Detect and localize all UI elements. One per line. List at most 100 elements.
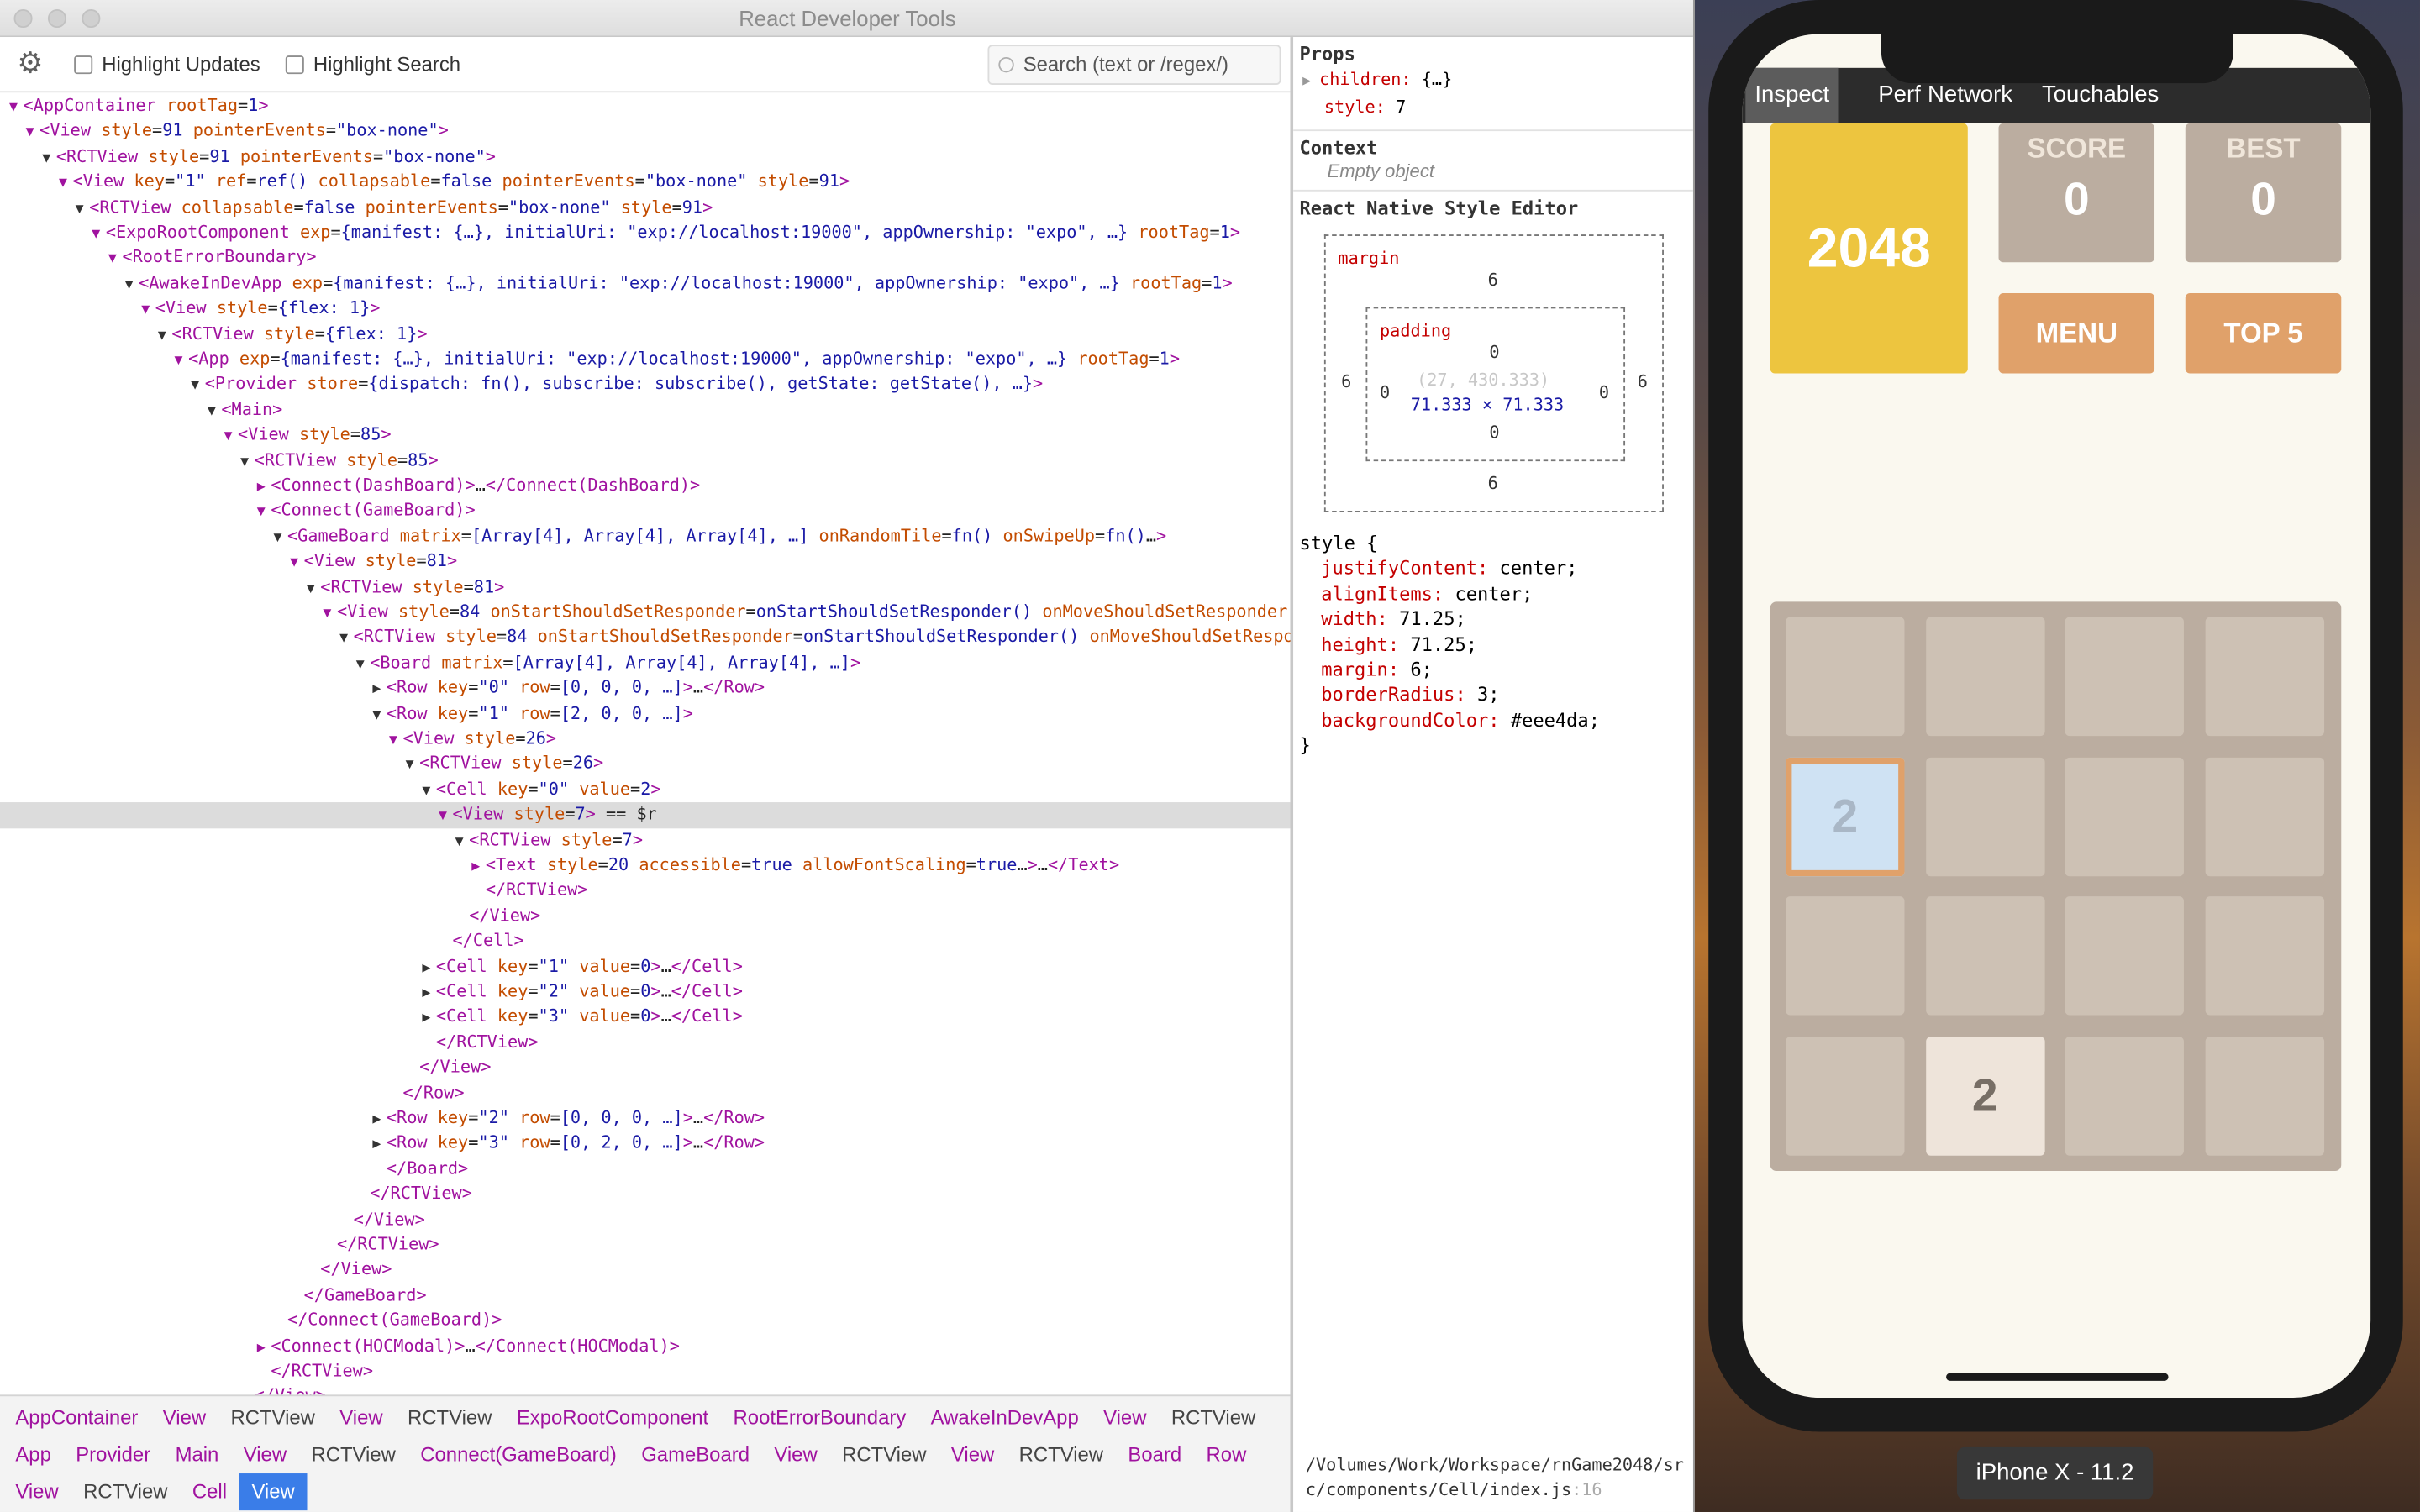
tree-row[interactable]: ▼ <Main> (0, 397, 1290, 423)
minimize-window-button[interactable] (47, 9, 66, 29)
collapse-arrow-icon[interactable]: ▼ (339, 627, 354, 652)
style-prop-value[interactable]: center; (1500, 558, 1578, 580)
breadcrumb-item[interactable]: View (939, 1436, 1007, 1473)
breadcrumb-item[interactable]: RootErrorBoundary (721, 1399, 918, 1436)
style-prop[interactable]: backgroundColor: #eee4da; (1300, 708, 1600, 733)
padding-right-value[interactable]: 0 (1599, 383, 1609, 403)
tree-row[interactable]: ▼ <RCTView style=91 pointerEvents="box-no… (0, 144, 1290, 170)
tree-row[interactable]: </View> (0, 904, 1290, 929)
phone-screen[interactable]: Inspect Perf Network Touchables 2048 SCORE … (1742, 34, 2371, 1399)
tree-row[interactable]: ▼ <RCTView style=84 onStartShouldSetRespo… (0, 626, 1290, 651)
style-prop-value[interactable]: 71.25; (1410, 633, 1477, 655)
collapse-arrow-icon[interactable]: ▼ (439, 804, 453, 829)
breadcrumb-item[interactable]: ExpoRootComponent (504, 1399, 721, 1436)
style-prop-value[interactable]: #eee4da; (1511, 710, 1600, 732)
tree-row[interactable]: ▼ <AwakeInDevApp exp={manifest: {…}, init… (0, 271, 1290, 297)
padding-top-value[interactable]: 0 (1489, 343, 1499, 363)
tree-row[interactable]: </Row> (0, 1081, 1290, 1106)
padding-bottom-value[interactable]: 0 (1489, 423, 1499, 443)
tree-row[interactable]: </RCTView> (0, 1031, 1290, 1056)
breadcrumb-item[interactable]: View (1091, 1399, 1159, 1436)
tree-row[interactable]: </RCTView> (0, 1233, 1290, 1258)
component-tree[interactable]: ▼ <AppContainer rootTag=1> ▼ <View style=91… (0, 92, 1291, 1394)
tree-row[interactable]: ▼ <RCTView collapsable=false pointerEvent… (0, 196, 1290, 221)
collapse-arrow-icon[interactable]: ▼ (158, 323, 172, 349)
style-prop[interactable]: margin: 6; (1300, 657, 1600, 682)
menu-button[interactable]: MENU (1998, 292, 2155, 374)
breadcrumb-item[interactable]: View (150, 1399, 218, 1436)
breadcrumb-item[interactable]: Cell (180, 1473, 239, 1510)
collapse-arrow-icon[interactable]: ▼ (307, 576, 321, 601)
top5-button[interactable]: TOP 5 (2185, 292, 2342, 374)
collapse-arrow-icon[interactable]: ▼ (455, 829, 470, 854)
expand-arrow-icon[interactable]: ▶ (372, 1108, 387, 1133)
expand-arrow-icon[interactable]: ▶ (1302, 74, 1319, 89)
highlight-updates-checkbox[interactable]: Highlight Updates (74, 52, 260, 76)
breadcrumb-item[interactable]: App (3, 1436, 64, 1473)
tree-row[interactable]: ▼ <Provider store={dispatch: fn(), subscr… (0, 372, 1290, 397)
collapse-arrow-icon[interactable]: ▼ (76, 197, 90, 222)
collapse-arrow-icon[interactable]: ▼ (422, 779, 436, 804)
collapse-arrow-icon[interactable]: ▼ (240, 450, 255, 475)
tree-row[interactable]: ▼ <View style=91 pointerEvents="box-none"… (0, 119, 1290, 144)
tree-row[interactable]: </Board> (0, 1157, 1290, 1182)
prop-children[interactable]: ▶ children: {…} (1302, 68, 1452, 94)
breadcrumb-item[interactable]: AwakeInDevApp (918, 1399, 1091, 1436)
expand-arrow-icon[interactable]: ▶ (257, 1336, 271, 1361)
highlight-search-checkbox[interactable]: Highlight Search (285, 52, 460, 76)
tree-row[interactable]: ▼ <RCTView style=81> (0, 575, 1290, 600)
collapse-arrow-icon[interactable]: ▼ (290, 551, 304, 576)
tree-row[interactable]: ▼ <App exp={manifest: {…}, initialUri: "e… (0, 347, 1290, 372)
breadcrumb-item[interactable]: View (762, 1436, 830, 1473)
breadcrumb-item[interactable]: Row (1194, 1436, 1259, 1473)
tree-row[interactable]: ▼ <RCTView style=26> (0, 752, 1290, 777)
tree-row[interactable]: ▶ <Cell key="1" value=0>…</Cell> (0, 954, 1290, 979)
expand-arrow-icon[interactable]: ▶ (422, 956, 436, 981)
collapse-arrow-icon[interactable]: ▼ (9, 96, 24, 121)
collapse-arrow-icon[interactable]: ▼ (257, 501, 271, 526)
style-prop[interactable]: height: 71.25; (1300, 632, 1600, 657)
breadcrumb-item[interactable]: View (3, 1473, 71, 1510)
breadcrumb-item[interactable]: GameBoard (629, 1436, 762, 1473)
tree-row[interactable]: ▼ <RCTView style=7> (0, 828, 1290, 853)
tree-row[interactable]: ▼ <ExpoRootComponent exp={manifest: {…}, … (0, 221, 1290, 246)
tree-row[interactable]: ▼ <GameBoard matrix=[Array[4], Array[4], … (0, 524, 1290, 549)
breadcrumb-item[interactable]: RCTView (1159, 1399, 1268, 1436)
tree-row[interactable]: ▶ <Text style=20 accessible=true allowFon… (0, 853, 1290, 879)
home-indicator[interactable] (1946, 1373, 2169, 1381)
collapse-arrow-icon[interactable]: ▼ (372, 703, 387, 728)
collapse-arrow-icon[interactable]: ▼ (191, 374, 205, 399)
tree-row[interactable]: ▼ <View style=26> (0, 727, 1290, 752)
breadcrumb-item-active[interactable]: View (239, 1473, 308, 1511)
collapse-arrow-icon[interactable]: ▼ (208, 399, 222, 424)
close-window-button[interactable] (13, 9, 33, 29)
tree-row[interactable]: ▼ <Connect(GameBoard)> (0, 499, 1290, 524)
style-prop[interactable]: width: 71.25; (1300, 606, 1600, 632)
expand-arrow-icon[interactable]: ▶ (257, 475, 271, 501)
gear-icon[interactable]: ⚙ (17, 50, 43, 79)
tree-row[interactable]: ▶ <Cell key="3" value=0>…</Cell> (0, 1005, 1290, 1030)
breadcrumb-item[interactable]: RCTView (395, 1399, 504, 1436)
search-input[interactable]: Search (text or /regex/) (987, 45, 1281, 86)
tree-row[interactable]: </RCTView> (0, 879, 1290, 904)
game-board[interactable]: 22 (1770, 601, 2342, 1172)
tree-row[interactable]: </View> (0, 1056, 1290, 1081)
style-prop-value[interactable]: 3; (1477, 684, 1500, 706)
tree-row[interactable]: ▼ <View style=81> (0, 549, 1290, 575)
tree-row[interactable]: ▶ <Connect(HOCModal)>…</Connect(HOCModal)… (0, 1334, 1290, 1359)
source-location[interactable]: /Volumes/Work/Workspace/rnGame2048/src/c… (1306, 1453, 1691, 1503)
tree-row[interactable]: ▼ <View style=85> (0, 423, 1290, 449)
style-prop[interactable]: justifyContent: center; (1300, 556, 1600, 581)
tree-row[interactable]: </GameBoard> (0, 1284, 1290, 1309)
collapse-arrow-icon[interactable]: ▼ (26, 121, 40, 146)
tree-row[interactable]: ▼ <View key="1" ref=ref() collapsable=fal… (0, 170, 1290, 195)
collapse-arrow-icon[interactable]: ▼ (175, 349, 189, 374)
collapse-arrow-icon[interactable]: ▼ (92, 222, 106, 247)
breadcrumb-item[interactable]: RCTView (218, 1399, 328, 1436)
collapse-arrow-icon[interactable]: ▼ (323, 601, 337, 627)
breadcrumb-item[interactable]: RCTView (71, 1473, 180, 1510)
collapse-arrow-icon[interactable]: ▼ (224, 424, 238, 449)
margin-bottom-value[interactable]: 6 (1488, 474, 1498, 494)
collapse-arrow-icon[interactable]: ▼ (59, 171, 73, 197)
collapse-arrow-icon[interactable]: ▼ (389, 728, 403, 753)
